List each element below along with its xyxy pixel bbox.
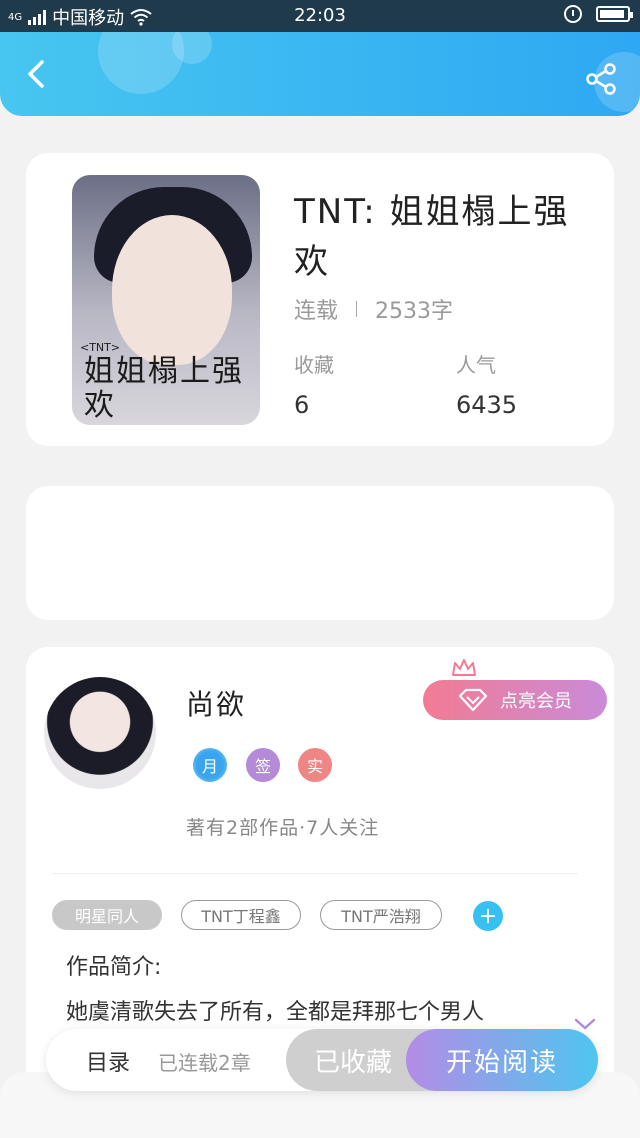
intro-label: 作品简介: (66, 955, 162, 980)
cover-tag: <TNT> (80, 341, 121, 354)
popularity-label: 人气 (456, 353, 496, 377)
popularity-value: 6435 (456, 391, 518, 419)
activate-vip-button[interactable]: 点亮会员 (423, 680, 607, 720)
verified-badge-icon[interactable]: 实 (298, 748, 332, 782)
book-cover[interactable]: <TNT> 姐姐榻上强欢 (72, 175, 260, 425)
top-header (0, 32, 640, 116)
chevron-down-icon[interactable] (574, 1017, 596, 1031)
decor-bubble (172, 32, 212, 64)
book-meta: 连载 2533字 (294, 293, 453, 325)
share-icon[interactable] (584, 62, 618, 96)
bottom-action-bar: 目录 已连载2章 已收藏 开始阅读 (46, 1029, 598, 1091)
intro-text: 她虞清歌失去了所有，全都是拜那七个男人 (66, 1000, 485, 1025)
book-status: 连载 (294, 299, 339, 324)
signed-badge-icon[interactable]: 签 (246, 748, 280, 782)
meta-divider (356, 301, 358, 317)
book-title: TNT: 姐姐榻上强欢 (294, 192, 570, 282)
tag-chip[interactable]: TNT丁程鑫 (181, 900, 301, 930)
status-bar: 4G 中国移动 22:03 (0, 0, 640, 32)
author-name[interactable]: 尚欲 (186, 683, 246, 723)
status-time: 22:03 (294, 5, 346, 26)
cover-face (112, 215, 232, 365)
toc-button[interactable]: 目录 (86, 1045, 130, 1077)
status-right (564, 5, 633, 23)
vip-button-label: 点亮会员 (500, 691, 572, 712)
favorites-label: 收藏 (294, 353, 334, 377)
cover-title: 姐姐榻上强欢 (84, 354, 244, 423)
start-reading-button[interactable]: 开始阅读 (406, 1029, 598, 1091)
author-divider (52, 873, 578, 874)
back-icon[interactable] (18, 56, 54, 92)
month-badge-icon[interactable]: 月 (193, 748, 227, 782)
favorites-value: 6 (294, 391, 310, 419)
diamond-icon (458, 688, 488, 712)
add-tag-button[interactable]: + (473, 901, 503, 931)
empty-card (26, 486, 614, 620)
tag-chip[interactable]: TNT严浩翔 (320, 900, 442, 930)
chapter-count[interactable]: 已连载2章 (158, 1047, 251, 1076)
author-avatar[interactable] (44, 677, 156, 789)
book-info-card: <TNT> 姐姐榻上强欢 TNT: 姐姐榻上强欢 连载 2533字 收藏 6 人… (26, 153, 614, 446)
word-count: 2533字 (375, 299, 454, 324)
battery-icon (596, 6, 633, 22)
crown-icon (452, 659, 476, 676)
tag-chip[interactable]: 明星同人 (52, 900, 162, 930)
alarm-icon (564, 5, 582, 23)
author-stats: 著有2部作品·7人关注 (186, 817, 380, 839)
